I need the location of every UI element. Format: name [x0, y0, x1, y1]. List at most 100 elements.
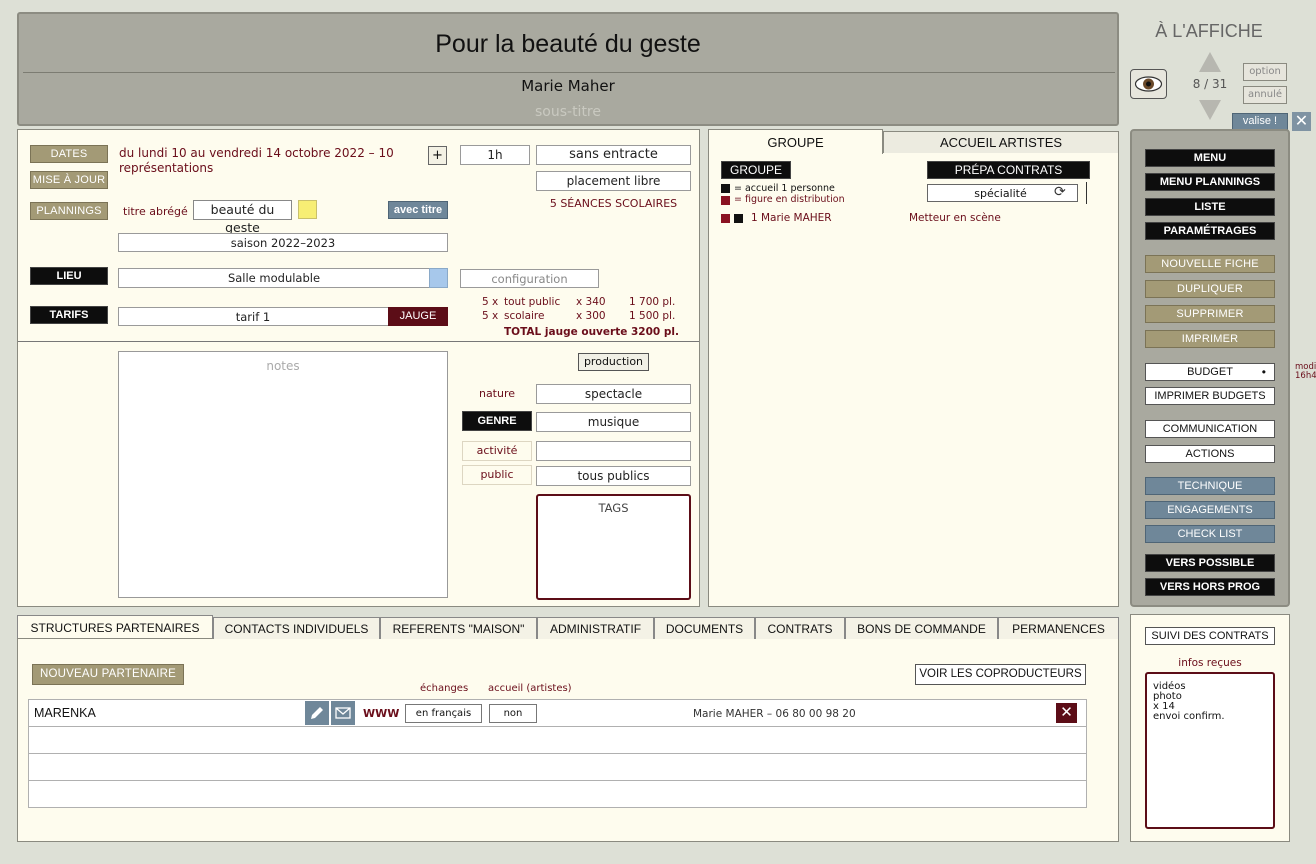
next-arrow-icon[interactable] [1199, 100, 1221, 120]
infos-recues-box[interactable]: vidéos photo x 14 envoi confirm. [1145, 672, 1275, 829]
member-row[interactable]: 1 Marie MAHER Metteur en scène [721, 212, 1101, 226]
tab-referents-maison[interactable]: REFERENTS "MAISON" [380, 617, 537, 639]
tab-permanences[interactable]: PERMANENCES [998, 617, 1119, 639]
delete-icon[interactable]: ✕ [1056, 703, 1077, 723]
mise-a-jour-button[interactable]: MISE À JOUR [30, 171, 108, 189]
annule-button[interactable]: annulé [1243, 86, 1287, 104]
tarif-row-mult: x 300 [576, 310, 606, 322]
table-row[interactable] [28, 754, 1087, 781]
modif-line-2: 16h4 [1295, 371, 1316, 381]
table-row[interactable] [28, 727, 1087, 754]
vers-possible-button[interactable]: VERS POSSIBLE [1145, 554, 1275, 572]
titre-abrege-field[interactable]: beauté du geste [193, 200, 292, 235]
avec-titre-button[interactable]: avec titre [388, 201, 448, 219]
tab-documents[interactable]: DOCUMENTS [654, 617, 755, 639]
tarif-row-name: tout public [504, 296, 561, 308]
artist-name[interactable]: Marie Maher [19, 77, 1117, 95]
actions-button[interactable]: ACTIONS [1145, 445, 1275, 463]
tarif-row-count: 5 x [482, 296, 499, 308]
placement-field[interactable]: placement libre [536, 171, 691, 191]
supprimer-button[interactable]: SUPPRIMER [1145, 305, 1275, 323]
tab-structures-partenaires[interactable]: STRUCTURES PARTENAIRES [17, 615, 213, 638]
nature-field[interactable]: spectacle [536, 384, 691, 404]
plannings-button[interactable]: PLANNINGS [30, 202, 108, 220]
configuration-field[interactable]: configuration [460, 269, 599, 288]
tarifs-button[interactable]: TARIFS [30, 306, 108, 324]
add-date-button[interactable]: + [428, 146, 447, 165]
suivi-contrats-button[interactable]: SUIVI DES CONTRATS [1145, 627, 1275, 645]
budget-button[interactable]: BUDGET • [1145, 363, 1275, 381]
tab-administratif[interactable]: ADMINISTRATIF [537, 617, 654, 639]
duration-field[interactable]: 1h [460, 145, 530, 165]
tarif-row-count: 5 x [482, 310, 499, 322]
accueil-field[interactable]: non [489, 704, 537, 723]
liste-button[interactable]: LISTE [1145, 198, 1275, 216]
imprimer-button[interactable]: IMPRIMER [1145, 330, 1275, 348]
tarif-row-name: scolaire [504, 310, 545, 322]
subtitle-field[interactable]: sous-titre [19, 104, 1117, 120]
lieu-field[interactable]: Salle modulable [118, 268, 448, 288]
echanges-field[interactable]: en français [405, 704, 482, 723]
option-button[interactable]: option [1243, 63, 1287, 81]
color-swatch[interactable] [298, 200, 317, 219]
dupliquer-button[interactable]: DUPLIQUER [1145, 280, 1275, 298]
jauge-button[interactable]: JAUGE [388, 307, 448, 326]
partner-row[interactable]: MARENKA WWW en français non Marie MAHER … [28, 699, 1087, 727]
public-field[interactable]: tous publics [536, 466, 691, 486]
tags-box[interactable]: TAGS [536, 494, 691, 600]
modif-info: modi 16h4 [1295, 363, 1316, 381]
total-jauge-label: TOTAL jauge ouverte [504, 326, 628, 338]
tarif-row-places: 1 500 pl. [629, 310, 676, 322]
tab-bons-de-commande[interactable]: BONS DE COMMANDE [845, 617, 998, 639]
budget-dot-icon: • [1261, 365, 1266, 379]
nouvelle-fiche-button[interactable]: NOUVELLE FICHE [1145, 255, 1275, 273]
activite-field[interactable] [536, 441, 691, 461]
production-button[interactable]: production [578, 353, 649, 371]
partner-name: MARENKA [34, 706, 96, 720]
tab-contacts-individuels[interactable]: CONTACTS INDIVIDUELS [213, 617, 380, 639]
specialite-sort[interactable]: spécialité ⟳ [927, 184, 1078, 202]
valise-button[interactable]: valise ! [1232, 113, 1288, 130]
imprimer-budgets-button[interactable]: IMPRIMER BUDGETS [1145, 387, 1275, 405]
eye-icon[interactable] [1130, 69, 1167, 99]
nouveau-partenaire-button[interactable]: NOUVEAU PARTENAIRE [32, 664, 184, 685]
legend-distribution: = figure en distribution [734, 194, 845, 205]
genre-field[interactable]: musique [536, 412, 691, 432]
member-number: 1 [751, 212, 758, 224]
parametrages-button[interactable]: PARAMÉTRAGES [1145, 222, 1275, 240]
website-link[interactable]: WWW [363, 707, 399, 720]
prepa-contrats-button[interactable]: PRÉPA CONTRATS [927, 161, 1090, 179]
saison-field[interactable]: saison 2022–2023 [118, 233, 448, 252]
notes-area[interactable]: notes [118, 351, 448, 598]
vers-hors-prog-button[interactable]: VERS HORS PROG [1145, 578, 1275, 596]
check-list-button[interactable]: CHECK LIST [1145, 525, 1275, 543]
lieu-button[interactable]: LIEU [30, 267, 108, 285]
entracte-field[interactable]: sans entracte [536, 145, 691, 165]
notes-placeholder: notes [266, 359, 300, 373]
prev-arrow-icon[interactable] [1199, 52, 1221, 72]
refresh-icon[interactable]: ⟳ [1054, 184, 1066, 200]
specialite-label: spécialité [974, 187, 1027, 200]
engagements-button[interactable]: ENGAGEMENTS [1145, 501, 1275, 519]
menu-plannings-button[interactable]: MENU PLANNINGS [1145, 173, 1275, 191]
dates-button[interactable]: DATES [30, 145, 108, 163]
technique-button[interactable]: TECHNIQUE [1145, 477, 1275, 495]
infos-recues-label: infos reçues [1178, 657, 1242, 669]
email-icon[interactable] [331, 701, 355, 725]
tab-groupe[interactable]: GROUPE [708, 129, 883, 154]
edit-pencil-icon[interactable] [305, 701, 329, 725]
table-row[interactable] [28, 781, 1087, 808]
genre-button[interactable]: GENRE [462, 411, 532, 431]
affiche-label: À L'AFFICHE [1155, 21, 1263, 41]
voir-coproducteurs-button[interactable]: VOIR LES COPRODUCTEURS [915, 664, 1086, 685]
tab-accueil-artistes[interactable]: ACCUEIL ARTISTES [883, 131, 1119, 153]
close-icon[interactable]: ✕ [1292, 112, 1311, 131]
groupe-button[interactable]: GROUPE [721, 161, 791, 179]
communication-button[interactable]: COMMUNICATION [1145, 420, 1275, 438]
lieu-dropdown[interactable] [429, 268, 448, 288]
header-divider [23, 72, 1115, 73]
show-title[interactable]: Pour la beauté du geste [19, 30, 1117, 59]
tab-contrats[interactable]: CONTRATS [755, 617, 845, 639]
menu-button[interactable]: MENU [1145, 149, 1275, 167]
date-period: du lundi 10 au vendredi 14 octobre 2022 … [119, 146, 394, 175]
